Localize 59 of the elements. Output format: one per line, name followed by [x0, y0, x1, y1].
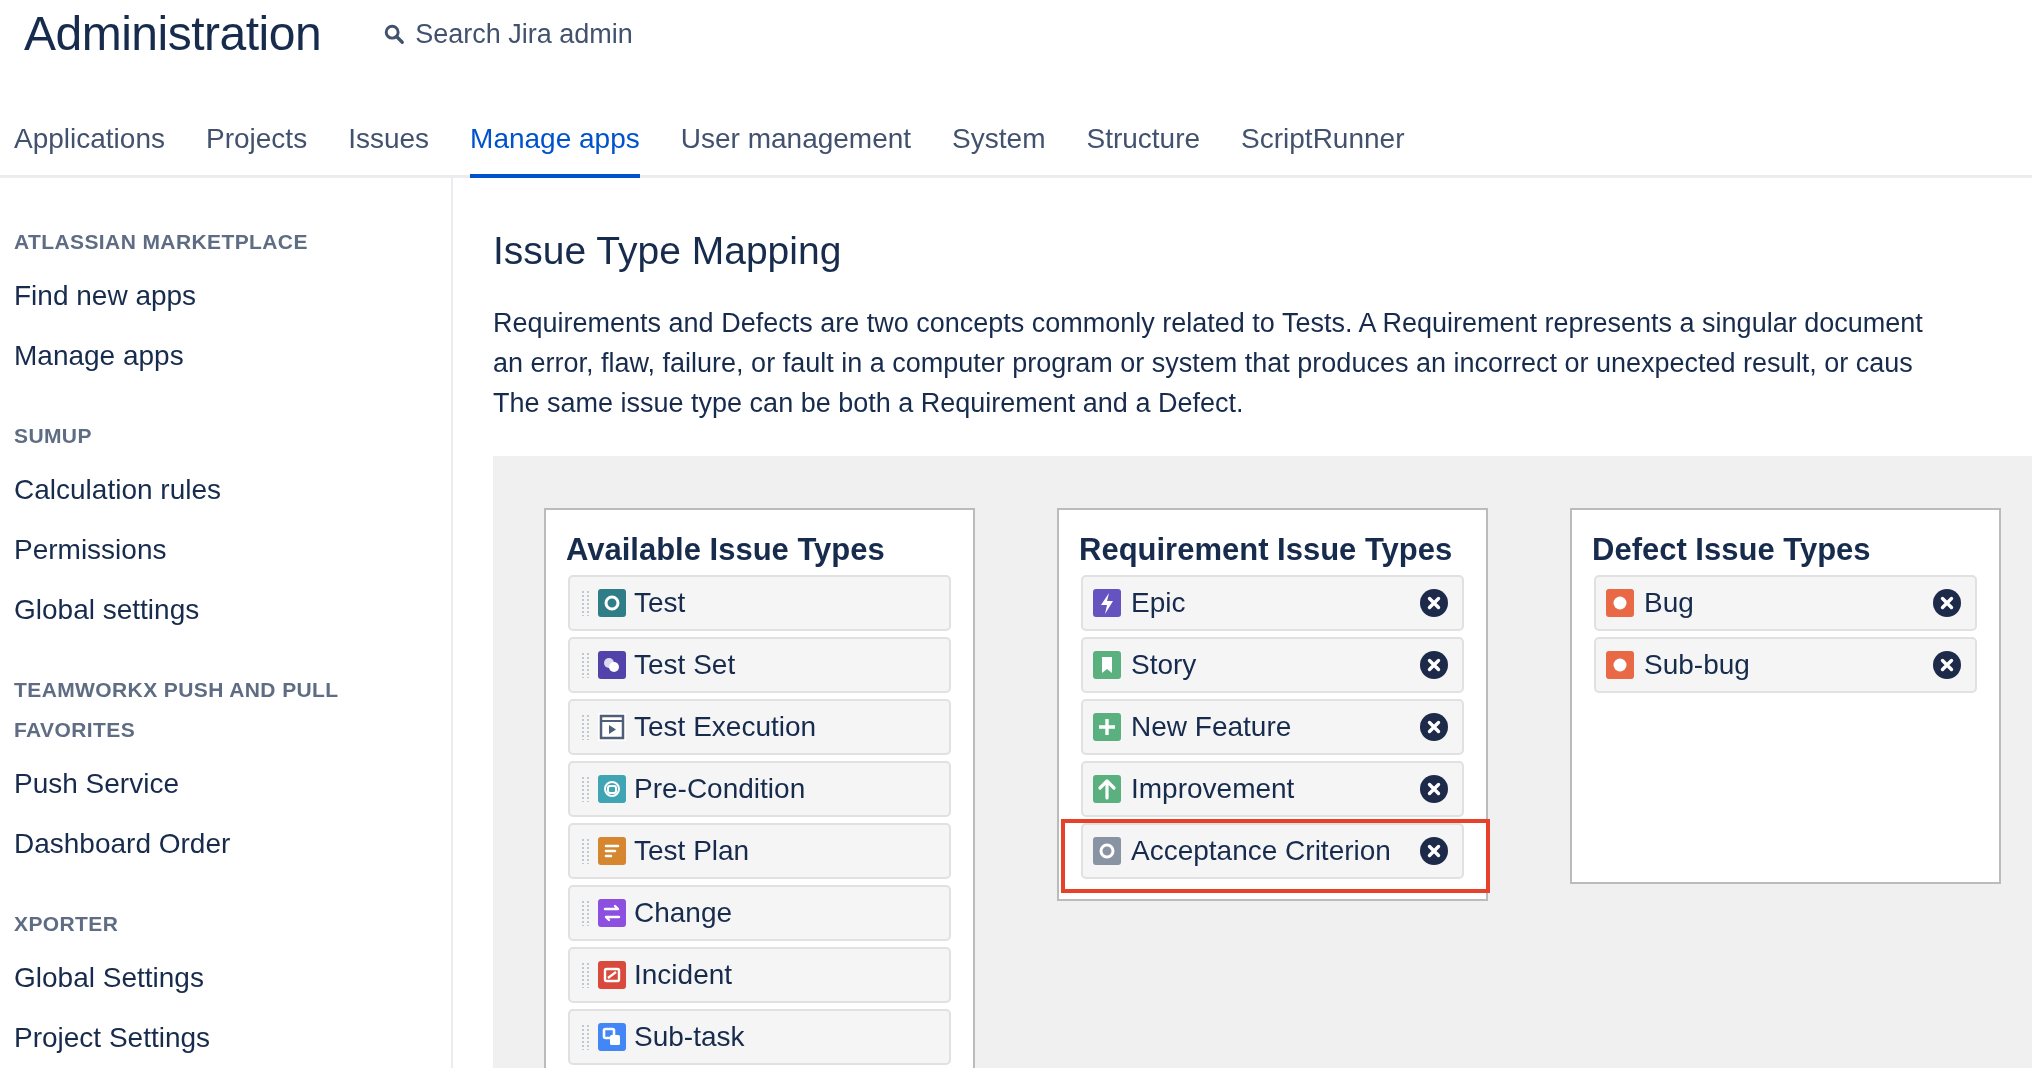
nav-tab[interactable]: Structure [1086, 118, 1201, 178]
drag-handle-icon[interactable] [582, 962, 590, 988]
drag-handle-icon[interactable] [582, 590, 590, 616]
remove-icon[interactable] [1420, 837, 1448, 865]
section-heading: TEAMWORKX PUSH AND PULL FAVORITES [14, 677, 340, 743]
issue-type-item[interactable]: Incident [568, 947, 951, 1003]
issue-type-item[interactable]: Improvement [1081, 761, 1464, 817]
issue-type-item[interactable]: Sub-bug [1594, 637, 1977, 693]
drag-handle-icon[interactable] [582, 714, 590, 740]
remove-icon[interactable] [1420, 589, 1448, 617]
remove-icon[interactable] [1933, 589, 1961, 617]
sidebar-link[interactable]: Find new apps [14, 266, 197, 326]
nav-tab[interactable]: System [952, 118, 1046, 178]
drag-handle-icon[interactable] [582, 1024, 590, 1050]
section-heading: SUMUP [14, 423, 93, 449]
sidebar-link[interactable]: Dashboard Order [14, 814, 231, 874]
issue-type-item[interactable]: Test Execution [568, 699, 951, 755]
issue-type-item[interactable]: Story [1081, 637, 1464, 693]
description-text: Requirements and Defects are two concepts commonly related to Tests. A Requirement represents a singular document an error, flaw, failure, or fault in a computer program or system that produces an incorrect or unexpected result, or caus The same issue type can be both a Requirement and a Defect. [493, 307, 1923, 420]
column-title: Available Issue Types [566, 531, 886, 569]
column-title: Defect Issue Types [1592, 531, 1872, 569]
page-title: Administration [24, 6, 322, 62]
sidebar-link[interactable]: Global settings [14, 580, 200, 640]
drag-handle-icon[interactable] [582, 900, 590, 926]
issue-type-item[interactable]: Bug [1594, 575, 1977, 631]
section-heading: XPORTER [14, 911, 120, 937]
nav-tab[interactable]: Issues [348, 118, 430, 178]
issue-type-item[interactable]: New Feature [1081, 699, 1464, 755]
remove-icon[interactable] [1420, 713, 1448, 741]
issue-type-item[interactable]: Change [568, 885, 951, 941]
nav-tab[interactable]: Applications [14, 118, 165, 178]
search-icon [383, 23, 406, 45]
sidebar-link[interactable]: Push Service [14, 754, 179, 814]
nav-tab[interactable]: Manage apps [470, 118, 640, 178]
issue-type-item[interactable]: Pre-Condition [568, 761, 951, 817]
remove-icon[interactable] [1933, 651, 1961, 679]
nav-tab[interactable]: ScriptRunner [1241, 118, 1405, 178]
column-title: Requirement Issue Types [1079, 531, 1454, 569]
sidebar-link[interactable]: Project Settings [14, 1008, 211, 1068]
sidebar-link[interactable]: Calculation rules [14, 460, 221, 520]
nav-tab[interactable]: User management [680, 118, 912, 178]
search-field[interactable]: Search Jira admin [383, 13, 633, 55]
drag-handle-icon[interactable] [582, 838, 590, 864]
drag-handle-icon[interactable] [582, 776, 590, 802]
issue-type-item[interactable]: Test Plan [568, 823, 951, 879]
drag-handle-icon[interactable] [582, 652, 590, 678]
remove-icon[interactable] [1420, 651, 1448, 679]
section-heading: ATLASSIAN MARKETPLACE [14, 229, 309, 255]
issue-type-item[interactable]: Acceptance Criterion [1081, 823, 1464, 879]
issue-type-item[interactable]: Test Set [568, 637, 951, 693]
section-title: Issue Type Mapping [493, 228, 843, 274]
issue-type-item[interactable]: Sub-task [568, 1009, 951, 1065]
issue-type-item[interactable]: Test [568, 575, 951, 631]
remove-icon[interactable] [1420, 775, 1448, 803]
sidebar-link[interactable]: Global Settings [14, 948, 204, 1008]
issue-type-item[interactable]: Epic [1081, 575, 1464, 631]
nav-tab[interactable]: Projects [206, 118, 308, 178]
sidebar-link[interactable]: Manage apps [14, 326, 184, 386]
sidebar-link[interactable]: Permissions [14, 520, 167, 580]
